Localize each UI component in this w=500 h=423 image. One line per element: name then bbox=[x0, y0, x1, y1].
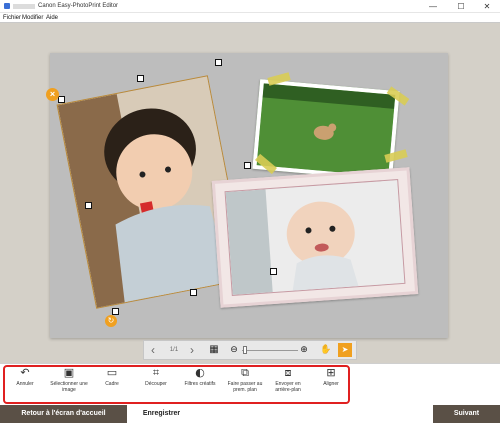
app-icon bbox=[4, 3, 10, 9]
save-button[interactable]: Enregistrer bbox=[127, 405, 196, 423]
tool-label: Envoyer en arrière-plan bbox=[275, 381, 301, 393]
resize-handle[interactable] bbox=[244, 162, 251, 169]
zoom-out-icon[interactable]: ⊖ bbox=[228, 341, 240, 359]
pointer-icon[interactable]: ➤ bbox=[338, 343, 352, 357]
tool-label: Annuler bbox=[16, 381, 34, 387]
page-navigation-bar: ‹ 1/1 › ▦ ⊖ ⊕ ✋ ➤ bbox=[143, 340, 357, 360]
crop-icon: ⌗ bbox=[152, 366, 160, 379]
menu-help[interactable]: Aide bbox=[46, 14, 58, 22]
next-button[interactable]: Suivant bbox=[433, 405, 500, 423]
photo-dog-image bbox=[256, 83, 396, 177]
tool-label: Cadre bbox=[105, 381, 119, 387]
rotate-icon[interactable]: ↻ bbox=[105, 315, 117, 327]
resize-handle[interactable] bbox=[190, 289, 197, 296]
resize-handle[interactable] bbox=[215, 59, 222, 66]
resize-handle[interactable] bbox=[85, 202, 92, 209]
resize-handle[interactable] bbox=[137, 75, 144, 82]
remove-image-icon[interactable]: × bbox=[46, 88, 59, 101]
creative-filters-button[interactable]: ◐ Filtres créatifs bbox=[183, 366, 217, 388]
tool-label: Sélectionner une image bbox=[50, 381, 88, 393]
chevron-left-icon[interactable]: ‹ bbox=[148, 341, 158, 359]
undo-icon: ↶ bbox=[20, 366, 30, 379]
window-title: Canon Easy-PhotoPrint Editor bbox=[38, 3, 119, 9]
close-window-button[interactable]: ✕ bbox=[478, 1, 496, 12]
hand-icon[interactable]: ✋ bbox=[320, 341, 332, 359]
grid-view-icon[interactable]: ▦ bbox=[208, 341, 220, 359]
chevron-right-icon[interactable]: › bbox=[187, 341, 197, 359]
back-to-home-button[interactable]: Retour à l'écran d'accueil bbox=[0, 405, 127, 423]
crop-button[interactable]: ⌗ Découper bbox=[139, 366, 173, 388]
send-backward-button[interactable]: ⧈ Envoyer en arrière-plan bbox=[268, 366, 308, 394]
resize-handle[interactable] bbox=[58, 96, 65, 103]
tool-label: Faire passer au prem. plan bbox=[227, 381, 263, 393]
resize-handle[interactable] bbox=[270, 268, 277, 275]
tool-label: Filtres créatifs bbox=[184, 381, 216, 387]
select-image-button[interactable]: ▣ Sélectionner une image bbox=[48, 366, 90, 394]
select-image-icon: ▣ bbox=[63, 366, 75, 379]
bring-forward-icon: ⧉ bbox=[241, 366, 249, 379]
maximize-button[interactable]: ☐ bbox=[452, 1, 470, 12]
undo-button[interactable]: ↶ Annuler bbox=[10, 366, 40, 388]
bring-forward-button[interactable]: ⧉ Faire passer au prem. plan bbox=[224, 366, 266, 394]
minimize-button[interactable]: — bbox=[424, 1, 442, 12]
resize-handle[interactable] bbox=[112, 308, 119, 315]
photo-baby-frame bbox=[224, 179, 406, 296]
title-bar: Canon Easy-PhotoPrint Editor — ☐ ✕ bbox=[0, 0, 500, 13]
align-icon: ⊞ bbox=[326, 366, 336, 379]
frame-icon: ▭ bbox=[106, 366, 118, 379]
zoom-slider-thumb[interactable] bbox=[243, 346, 247, 354]
menu-file[interactable]: Fichier bbox=[3, 14, 21, 22]
align-button[interactable]: ⊞ Aligner bbox=[316, 366, 346, 388]
menu-edit[interactable]: Modifier bbox=[22, 14, 43, 22]
page-indicator: 1/1 bbox=[169, 347, 179, 353]
title-redacted-block bbox=[13, 4, 35, 9]
frame-button[interactable]: ▭ Cadre bbox=[98, 366, 126, 388]
tool-label: Découper bbox=[145, 381, 167, 387]
send-backward-icon: ⧈ bbox=[284, 366, 292, 379]
tool-label: Aligner bbox=[323, 381, 339, 387]
zoom-in-icon[interactable]: ⊕ bbox=[298, 341, 310, 359]
menu-bar: Fichier Modifier Aide bbox=[0, 13, 500, 23]
filter-icon: ◐ bbox=[195, 366, 205, 379]
photo-baby[interactable] bbox=[211, 167, 419, 308]
photo-baby-image bbox=[225, 180, 405, 295]
zoom-slider-track[interactable] bbox=[242, 350, 298, 351]
